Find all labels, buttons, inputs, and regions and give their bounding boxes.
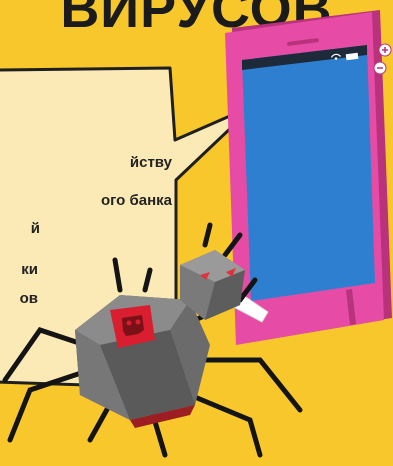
bubble-line-4: ки bbox=[21, 261, 38, 278]
bubble-line-5: ов bbox=[19, 290, 38, 307]
illustration: ВИРУСОВ йству ого банка й ки ов bbox=[0, 0, 393, 466]
bubble-line-2: ого банка bbox=[100, 192, 172, 209]
bubble-line-1: йству bbox=[129, 154, 172, 171]
bubble-text: йству ого банка й ки ов bbox=[0, 0, 393, 466]
bubble-line-3: й bbox=[30, 220, 40, 237]
